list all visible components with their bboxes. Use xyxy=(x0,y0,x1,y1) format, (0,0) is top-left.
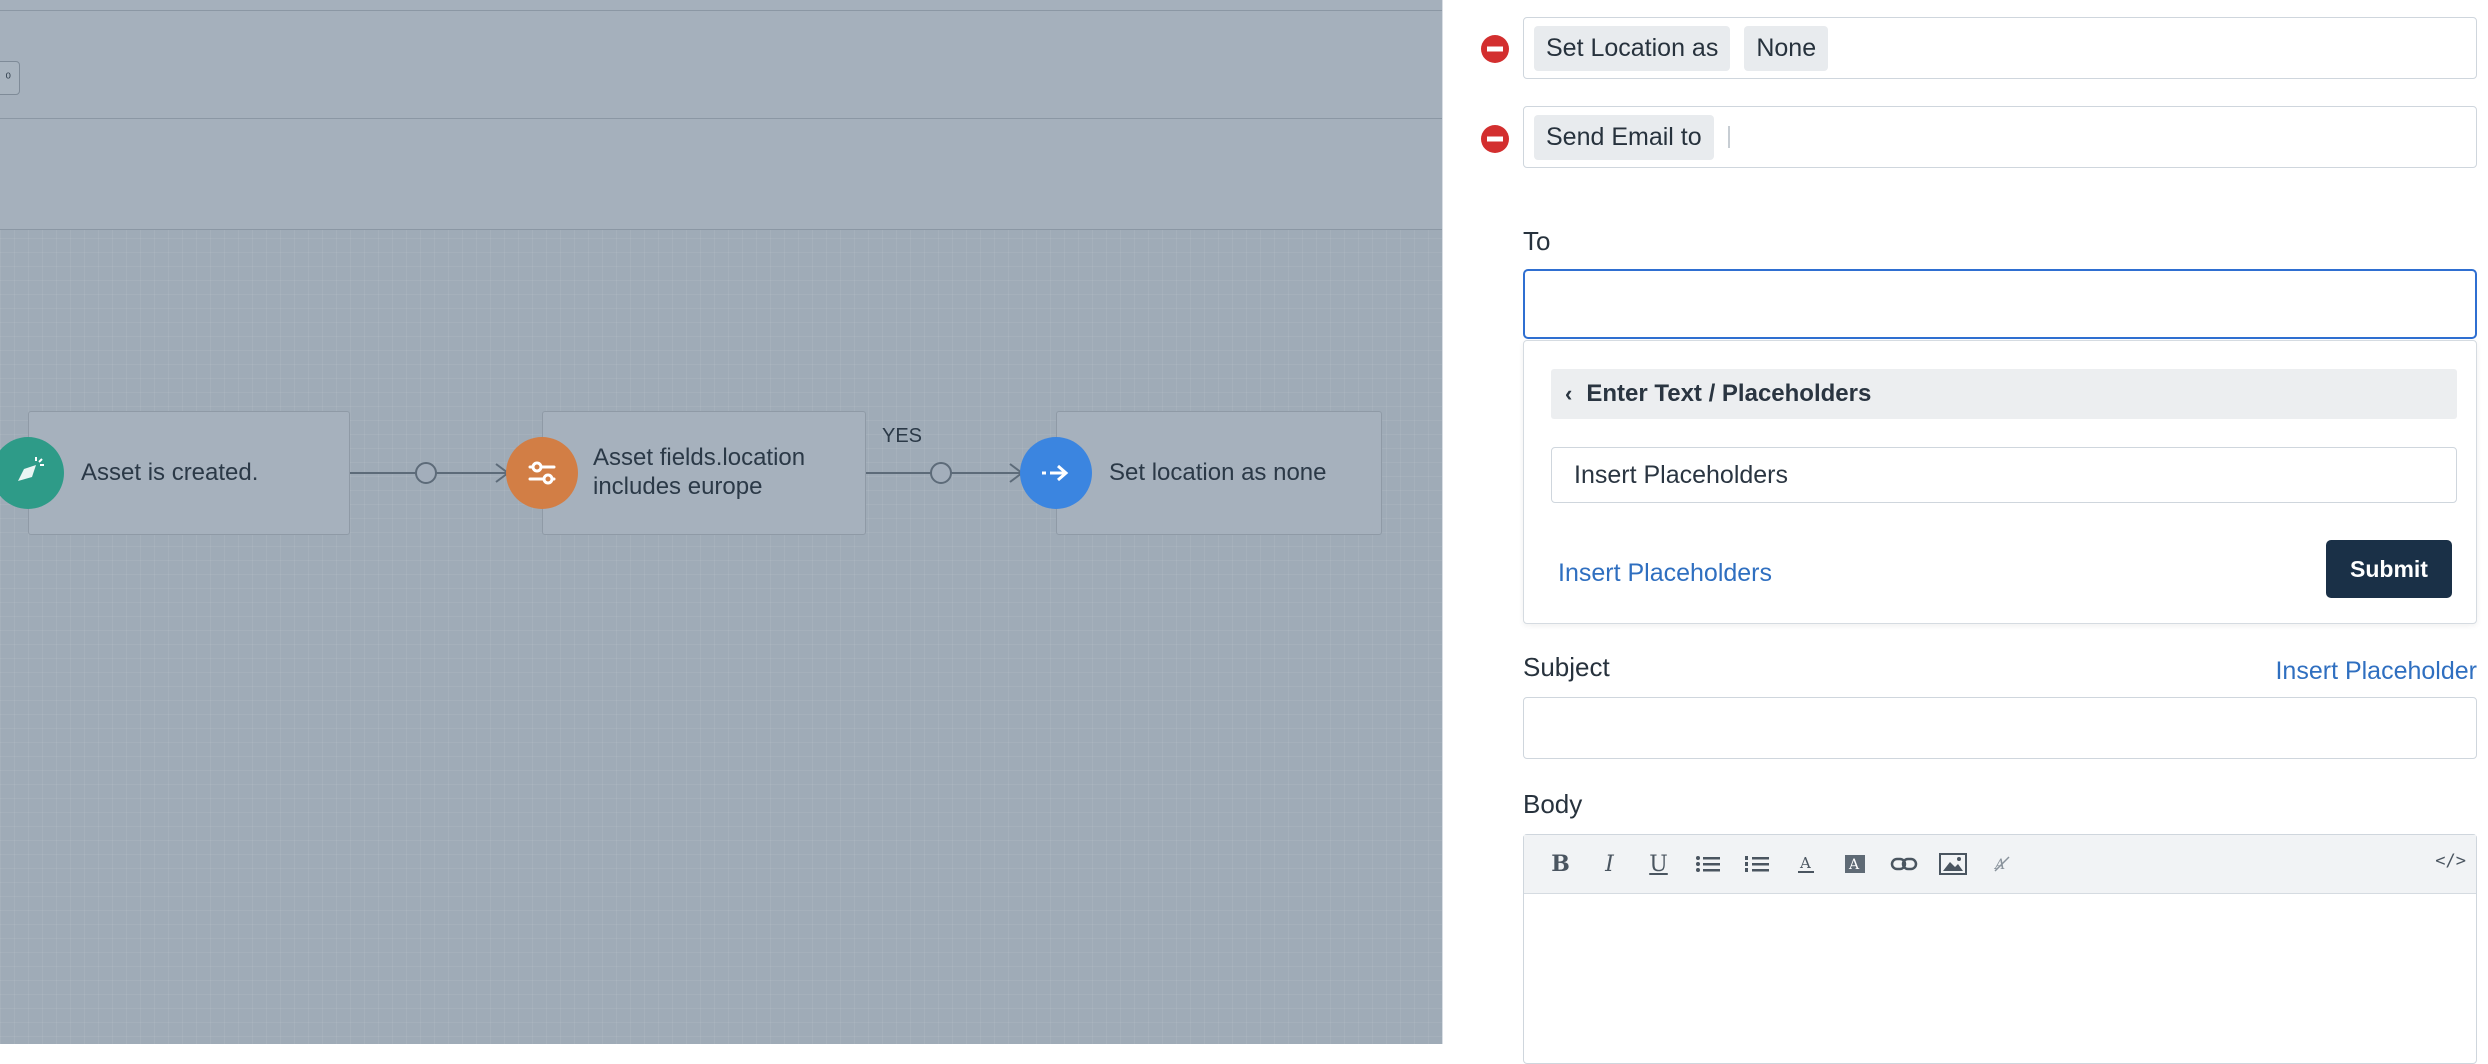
bold-icon[interactable]: B xyxy=(1536,844,1585,884)
workflow-node-action[interactable]: Set location as none xyxy=(1056,411,1382,535)
arrow-right-icon xyxy=(1020,437,1092,509)
action-chip: Send Email to xyxy=(1534,114,1714,160)
body-editor: B I U A A A </> xyxy=(1523,834,2477,1064)
bullet-list-icon[interactable] xyxy=(1683,844,1732,884)
numbered-list-icon[interactable] xyxy=(1732,844,1781,884)
insert-placeholders-link[interactable]: Insert Placeholders xyxy=(1558,559,1772,588)
chevron-left-icon: ‹ xyxy=(1565,381,1573,406)
to-input[interactable] xyxy=(1523,269,2477,339)
remove-action-icon[interactable] xyxy=(1480,34,1510,64)
subject-label: Subject xyxy=(1523,652,1610,682)
svg-text:A: A xyxy=(1799,854,1811,872)
highlight-color-icon[interactable]: A xyxy=(1830,844,1879,884)
workflow-node-condition[interactable]: Asset fields.location includes europe xyxy=(542,411,866,535)
svg-text:A: A xyxy=(1848,857,1860,873)
submit-button[interactable]: Submit xyxy=(2326,540,2452,598)
clear-format-icon[interactable]: A xyxy=(1977,844,2026,884)
text-cursor xyxy=(1727,126,1730,148)
dropdown-back-header[interactable]: ‹ Enter Text / Placeholders xyxy=(1551,369,2457,419)
insert-placeholder-link[interactable]: Insert Placeholder xyxy=(2275,657,2477,686)
editor-toolbar: B I U A A A </> xyxy=(1524,835,2476,894)
action-set-location[interactable]: Set Location as None xyxy=(1523,17,2477,79)
connector-dot-2[interactable] xyxy=(930,462,952,484)
code-view-icon[interactable]: </> xyxy=(2435,851,2466,871)
node-label: Set location as none xyxy=(1109,458,1327,486)
image-icon[interactable] xyxy=(1928,844,1977,884)
workflow-canvas: ⁰ Asset is created. Asset fields.locatio… xyxy=(0,0,1442,1044)
italic-icon[interactable]: I xyxy=(1585,844,1634,884)
connector-dot-1[interactable] xyxy=(415,462,437,484)
action-value-chip[interactable]: None xyxy=(1744,25,1829,71)
dropdown-header-label: Enter Text / Placeholders xyxy=(1586,380,1872,407)
node-label: Asset fields.location includes europe xyxy=(593,444,806,500)
action-config-panel: Set Location as None Send Email to To ‹ … xyxy=(1442,0,2488,1064)
filter-sliders-icon xyxy=(506,437,578,509)
branch-label-yes: YES xyxy=(882,425,923,447)
remove-action-icon[interactable] xyxy=(1480,124,1510,154)
font-color-icon[interactable]: A xyxy=(1781,844,1830,884)
body-label: Body xyxy=(1523,789,1583,819)
subject-input[interactable] xyxy=(1523,697,2477,759)
underline-icon[interactable]: U xyxy=(1634,844,1683,884)
workflow-node-trigger[interactable]: Asset is created. xyxy=(28,411,350,535)
placeholder-text-input[interactable]: Insert Placeholders xyxy=(1551,447,2457,503)
action-send-email[interactable]: Send Email to xyxy=(1523,106,2477,168)
link-icon[interactable] xyxy=(1879,844,1928,884)
placeholder-dropdown: ‹ Enter Text / Placeholders Insert Place… xyxy=(1523,340,2477,624)
to-label: To xyxy=(1523,226,1551,256)
action-chip: Set Location as xyxy=(1534,25,1731,71)
